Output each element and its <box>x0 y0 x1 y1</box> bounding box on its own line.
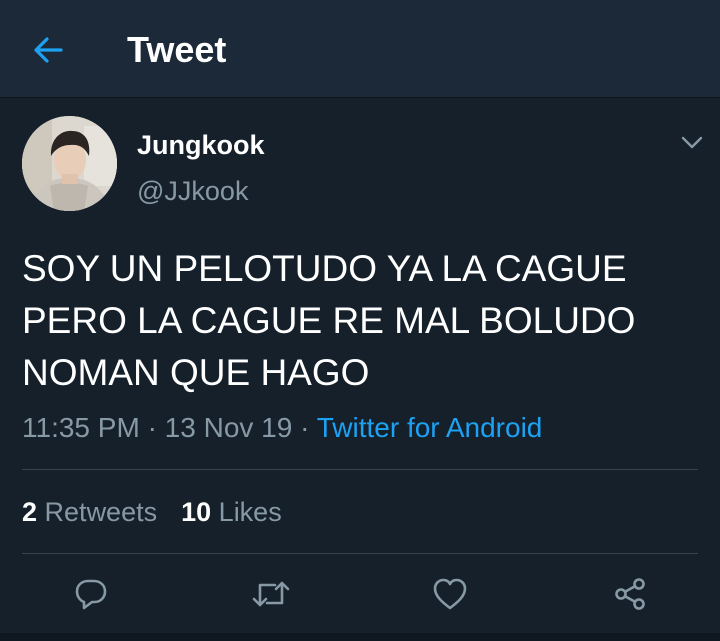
retweets-stat[interactable]: 2 Retweets <box>22 497 157 527</box>
retweets-count: 2 <box>22 497 38 527</box>
avatar[interactable] <box>22 116 117 211</box>
tweet-time: 11:35 PM <box>22 412 140 443</box>
reply-icon <box>75 579 107 610</box>
meta-separator: · <box>300 412 310 443</box>
profile-photo <box>22 116 117 211</box>
top-app-bar: Tweet <box>0 0 720 98</box>
tweet-source-link[interactable]: Twitter for Android <box>317 412 543 443</box>
retweet-button[interactable] <box>246 569 296 619</box>
likes-label: Likes <box>218 497 282 527</box>
engagement-stats: 2 Retweets 10 Likes <box>22 495 282 529</box>
retweets-label: Retweets <box>44 497 158 527</box>
divider <box>22 553 698 554</box>
tweet-date: 13 Nov 19 <box>164 412 293 443</box>
back-button[interactable] <box>22 28 74 72</box>
tweet-text-line: SOY UN PELOTUDO YA LA CAGUE <box>22 248 627 289</box>
author-handle[interactable]: @JJkook <box>137 175 248 207</box>
tweet-detail: Jungkook @JJkook SOY UN PELOTUDO YA LA C… <box>0 99 720 641</box>
author-display-name[interactable]: Jungkook <box>137 129 265 161</box>
retweet-icon <box>252 581 290 607</box>
arrow-left-icon <box>34 37 63 63</box>
tweet-actions <box>0 569 720 619</box>
meta-separator: · <box>147 412 157 443</box>
tweet-text-line: NOMAN QUE HAGO <box>22 352 370 393</box>
tweet-text-line: PERO LA CAGUE RE MAL BOLUDO <box>22 300 636 341</box>
likes-count: 10 <box>181 497 212 527</box>
divider <box>22 469 698 470</box>
like-button[interactable] <box>425 569 475 619</box>
chevron-down-icon <box>681 136 703 149</box>
share-icon <box>615 578 645 610</box>
tweet-meta: 11:35 PM · 13 Nov 19 · Twitter for Andro… <box>22 411 542 445</box>
share-button[interactable] <box>605 569 655 619</box>
page-title: Tweet <box>127 29 227 70</box>
tweet-text: SOY UN PELOTUDO YA LA CAGUE PERO LA CAGU… <box>22 243 702 399</box>
tweet-options-button[interactable] <box>676 129 708 157</box>
reply-button[interactable] <box>66 569 116 619</box>
bottom-separator <box>0 633 720 641</box>
likes-stat[interactable]: 10 Likes <box>181 497 282 527</box>
heart-icon <box>433 578 467 610</box>
